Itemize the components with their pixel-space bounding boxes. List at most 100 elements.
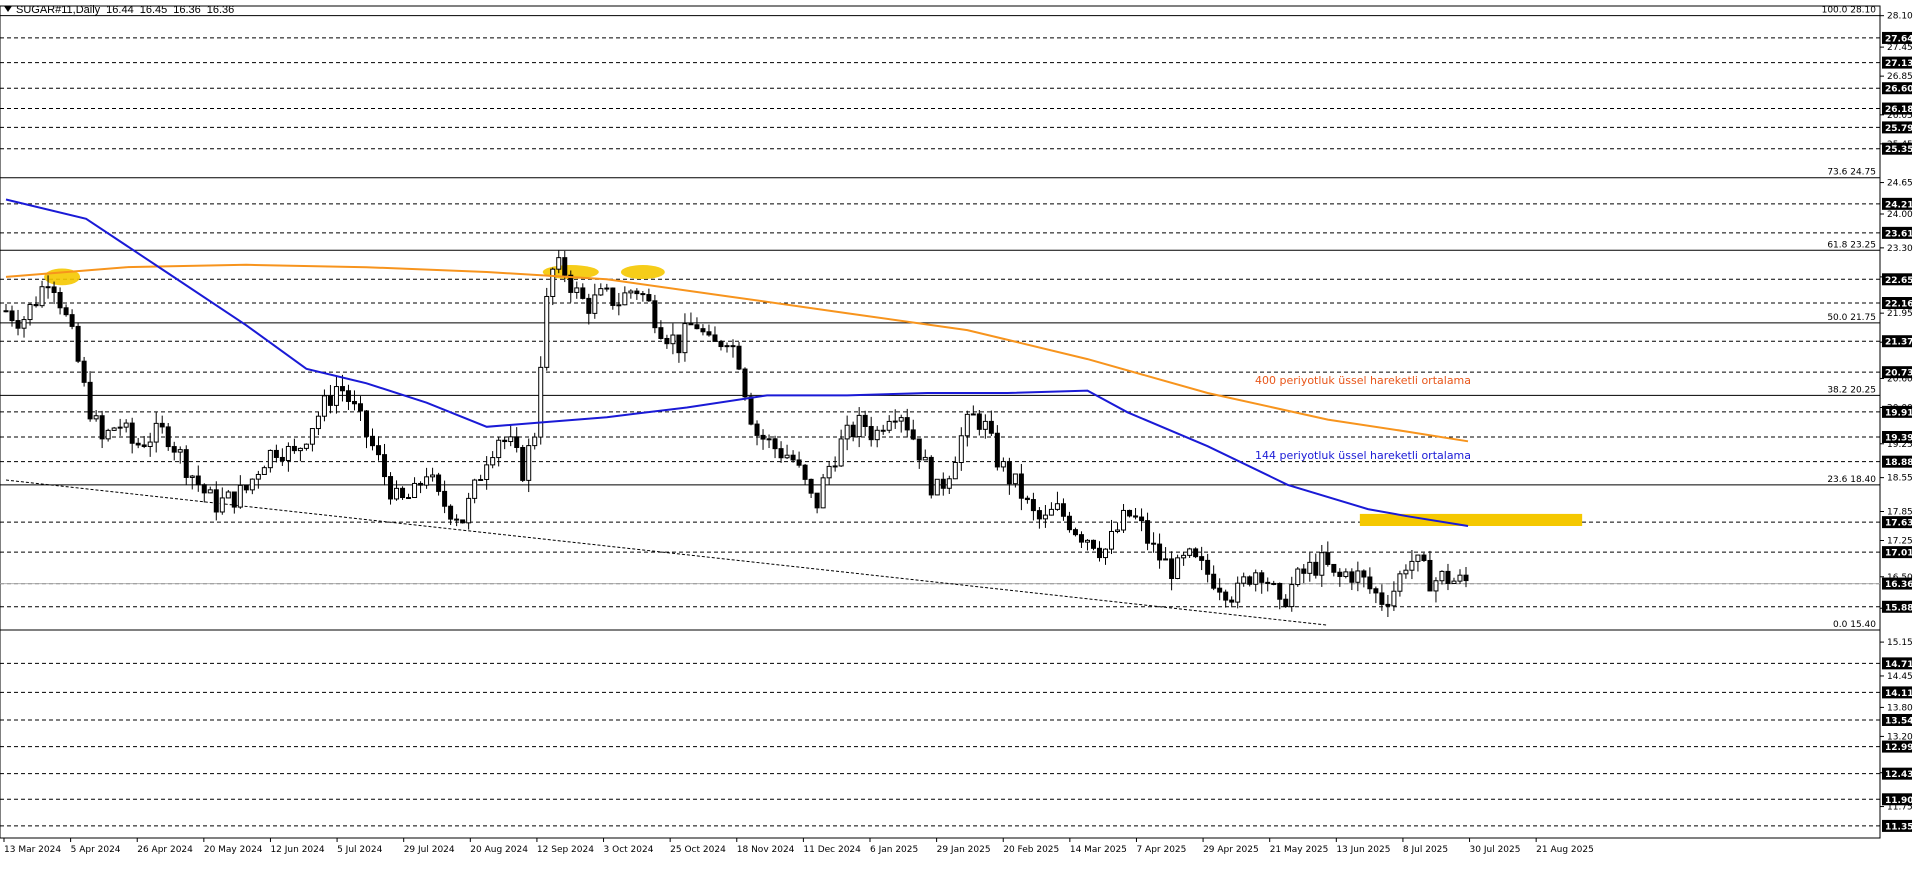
candle-body	[1078, 534, 1084, 543]
candle-body	[946, 478, 952, 489]
time-axis-label: 20 May 2024	[204, 845, 263, 855]
candle-body	[550, 268, 556, 297]
candle-body	[754, 423, 760, 436]
candle-body	[718, 340, 724, 348]
candle-body	[135, 442, 141, 446]
candle-body	[1253, 572, 1259, 585]
time-axis-label: 20 Feb 2025	[1003, 845, 1059, 855]
fib-level-label: 100.0 28.10	[1822, 6, 1877, 16]
candle-body	[1283, 598, 1289, 608]
candle-body	[1385, 603, 1391, 607]
candle-body	[676, 334, 682, 354]
candle-body	[1199, 556, 1205, 561]
candle-body	[580, 287, 586, 299]
candle-body	[532, 436, 538, 447]
candle-body	[862, 414, 868, 427]
price-badge-label: 11.35	[1885, 822, 1913, 832]
candle-body	[105, 429, 111, 440]
candle-body	[400, 487, 406, 499]
candle-body	[339, 386, 345, 392]
time-axis-label: 29 Jan 2025	[937, 845, 991, 855]
candle-body	[1289, 584, 1295, 608]
price-badge-label: 21.37	[1885, 338, 1913, 348]
candle-body	[784, 454, 790, 459]
candle-body	[688, 323, 694, 326]
candle-body	[472, 479, 478, 499]
candle-body	[856, 414, 862, 438]
candle-body	[742, 368, 748, 398]
candle-body	[874, 429, 880, 441]
axis-tick-label: 13.80	[1887, 703, 1913, 713]
candle-body	[436, 474, 442, 492]
candle-body	[940, 478, 946, 489]
price-badge-label: 14.11	[1885, 689, 1913, 699]
candle-body	[1115, 529, 1121, 532]
candle-body	[706, 331, 712, 336]
candle-body	[1277, 582, 1283, 600]
candle-body	[291, 445, 297, 452]
candle-body	[1193, 548, 1199, 558]
candle-body	[826, 465, 832, 479]
fib-level-label: 50.0 21.75	[1827, 313, 1876, 323]
candle-body	[1439, 570, 1445, 582]
candle-body	[1066, 515, 1072, 531]
candle-body	[39, 286, 45, 307]
candle-body	[994, 432, 1000, 468]
candle-body	[159, 422, 165, 428]
candle-body	[93, 415, 99, 420]
time-axis-label: 5 Apr 2024	[71, 845, 121, 855]
candle-body	[454, 518, 460, 521]
candle-body	[1133, 515, 1139, 518]
price-chart[interactable]: SUGAR#11,Daily 16.44 16.45 16.36 16.36 100.0…	[0, 0, 1916, 888]
candle-body	[1024, 497, 1030, 501]
candle-body	[183, 449, 189, 478]
candle-body	[1121, 509, 1127, 531]
candle-body	[237, 484, 243, 508]
candle-body	[1012, 473, 1018, 485]
plot-frame	[0, 5, 1881, 839]
candle-body	[225, 491, 231, 499]
candle-body	[382, 454, 388, 478]
candle-body	[1109, 530, 1115, 550]
candle-body	[712, 334, 718, 342]
highlight-ellipse	[620, 265, 665, 280]
candle-body	[195, 475, 201, 486]
candle-body	[556, 257, 562, 270]
candle-body	[484, 464, 490, 480]
price-badge-label: 12.99	[1885, 743, 1913, 753]
candle-body	[147, 441, 153, 448]
candle-body	[658, 327, 664, 339]
candle-body	[628, 290, 634, 294]
candle-body	[1433, 580, 1439, 592]
axis-tick-label: 27.45	[1887, 43, 1913, 53]
axis-tick-label: 24.00	[1887, 210, 1913, 220]
highlight-zone	[1359, 513, 1583, 526]
axis-tick-label: 17.85	[1887, 507, 1913, 517]
candle-body	[622, 292, 628, 306]
price-badge-label: 26.60	[1885, 85, 1913, 95]
candle-body	[850, 424, 856, 438]
candle-body	[886, 420, 892, 431]
candle-body	[694, 324, 700, 330]
candle-body	[802, 464, 808, 480]
candle-body	[57, 292, 63, 309]
candle-body	[315, 415, 321, 430]
price-badge-label: 20.73	[1885, 369, 1913, 379]
candle-body	[442, 490, 448, 507]
candle-body	[1319, 552, 1325, 576]
time-axis-label: 18 Nov 2024	[737, 845, 795, 855]
candle-body	[1463, 574, 1469, 582]
fib-level-label: 23.6 18.40	[1827, 475, 1876, 485]
candle-body	[418, 482, 424, 486]
candle-body	[9, 310, 15, 322]
time-axis-label: 13 Jun 2025	[1336, 845, 1390, 855]
price-badge-label: 27.13	[1885, 59, 1913, 69]
axis-tick-label: 15.15	[1887, 638, 1913, 648]
candle-body	[261, 467, 267, 475]
candle-body	[267, 449, 273, 469]
candle-body	[51, 286, 57, 294]
time-axis-label: 13 Mar 2024	[4, 845, 61, 855]
candle-body	[1006, 461, 1012, 485]
chart-canvas[interactable]: 100.0 28.10 73.6 24.75 61.8 23.25 50.0 21.7…	[0, 0, 1916, 888]
candle-body	[1054, 503, 1060, 510]
